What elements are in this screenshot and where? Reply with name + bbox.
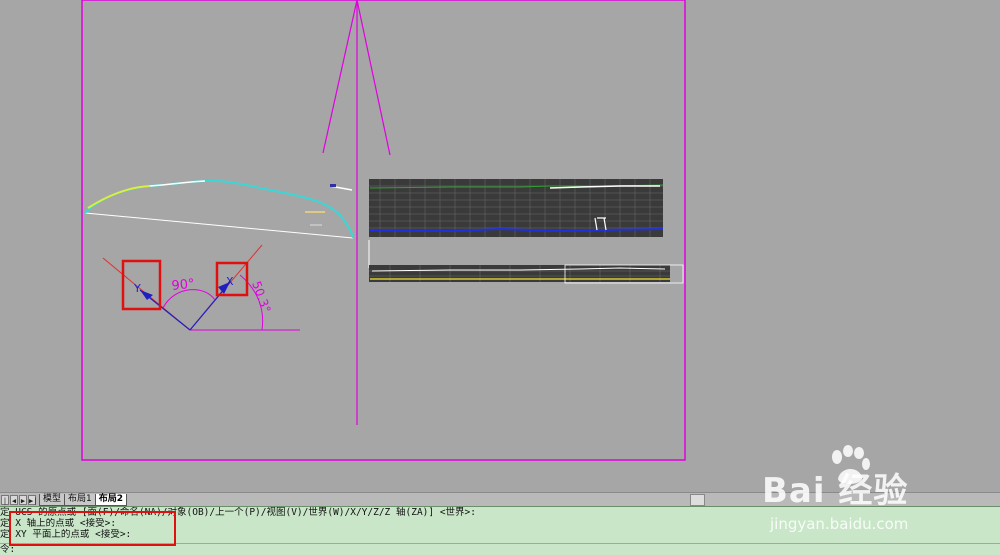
next-tab-button[interactable]: ▶ xyxy=(19,494,27,505)
drawing-area[interactable]: Y X 90° 50.3° xyxy=(0,0,1000,492)
first-tab-button[interactable]: |◀ xyxy=(1,494,9,515)
tab-model[interactable]: 模型 xyxy=(39,493,66,506)
axis-x-label: X xyxy=(226,275,234,288)
axis-y-label: Y xyxy=(133,282,141,295)
angle-90-label: 90° xyxy=(171,277,195,294)
command-window[interactable]: 定 UCS 的原点或 [面(F)/命名(NA)/对象(OB)/上一个(P)/视图… xyxy=(0,506,1000,555)
prev-tab-button[interactable]: ◀ xyxy=(10,494,18,505)
command-history-line: 定 XY 平面上的点或 <接受>: xyxy=(0,529,132,540)
profile-shape xyxy=(84,179,354,239)
last-tab-button[interactable]: ▶| xyxy=(28,494,37,505)
layout-tab-bar: |◀ ◀ ▶ ▶| 模型 布局1 布局2 xyxy=(0,492,1000,515)
model-space-canvas[interactable]: Y X 90° 50.3° xyxy=(0,0,1000,492)
command-history-line: 定 X 轴上的点或 <接受>: xyxy=(0,518,117,529)
cone-left-line xyxy=(322,0,358,154)
angle-50-label: 50.3° xyxy=(249,279,273,315)
command-input[interactable]: 令: xyxy=(0,543,1000,554)
cone-right-line xyxy=(356,0,391,156)
horizontal-scroll-button[interactable] xyxy=(690,494,705,506)
grid-panel-upper xyxy=(369,179,664,237)
ucs-diagram: Y X 90° 50.3° xyxy=(102,244,300,331)
command-history-line: 定 UCS 的原点或 [面(F)/命名(NA)/对象(OB)/上一个(P)/视图… xyxy=(0,507,476,518)
grid-panel-lower xyxy=(369,264,684,284)
tab-layout1[interactable]: 布局1 xyxy=(64,493,96,506)
tab-layout2[interactable]: 布局2 xyxy=(94,493,128,506)
